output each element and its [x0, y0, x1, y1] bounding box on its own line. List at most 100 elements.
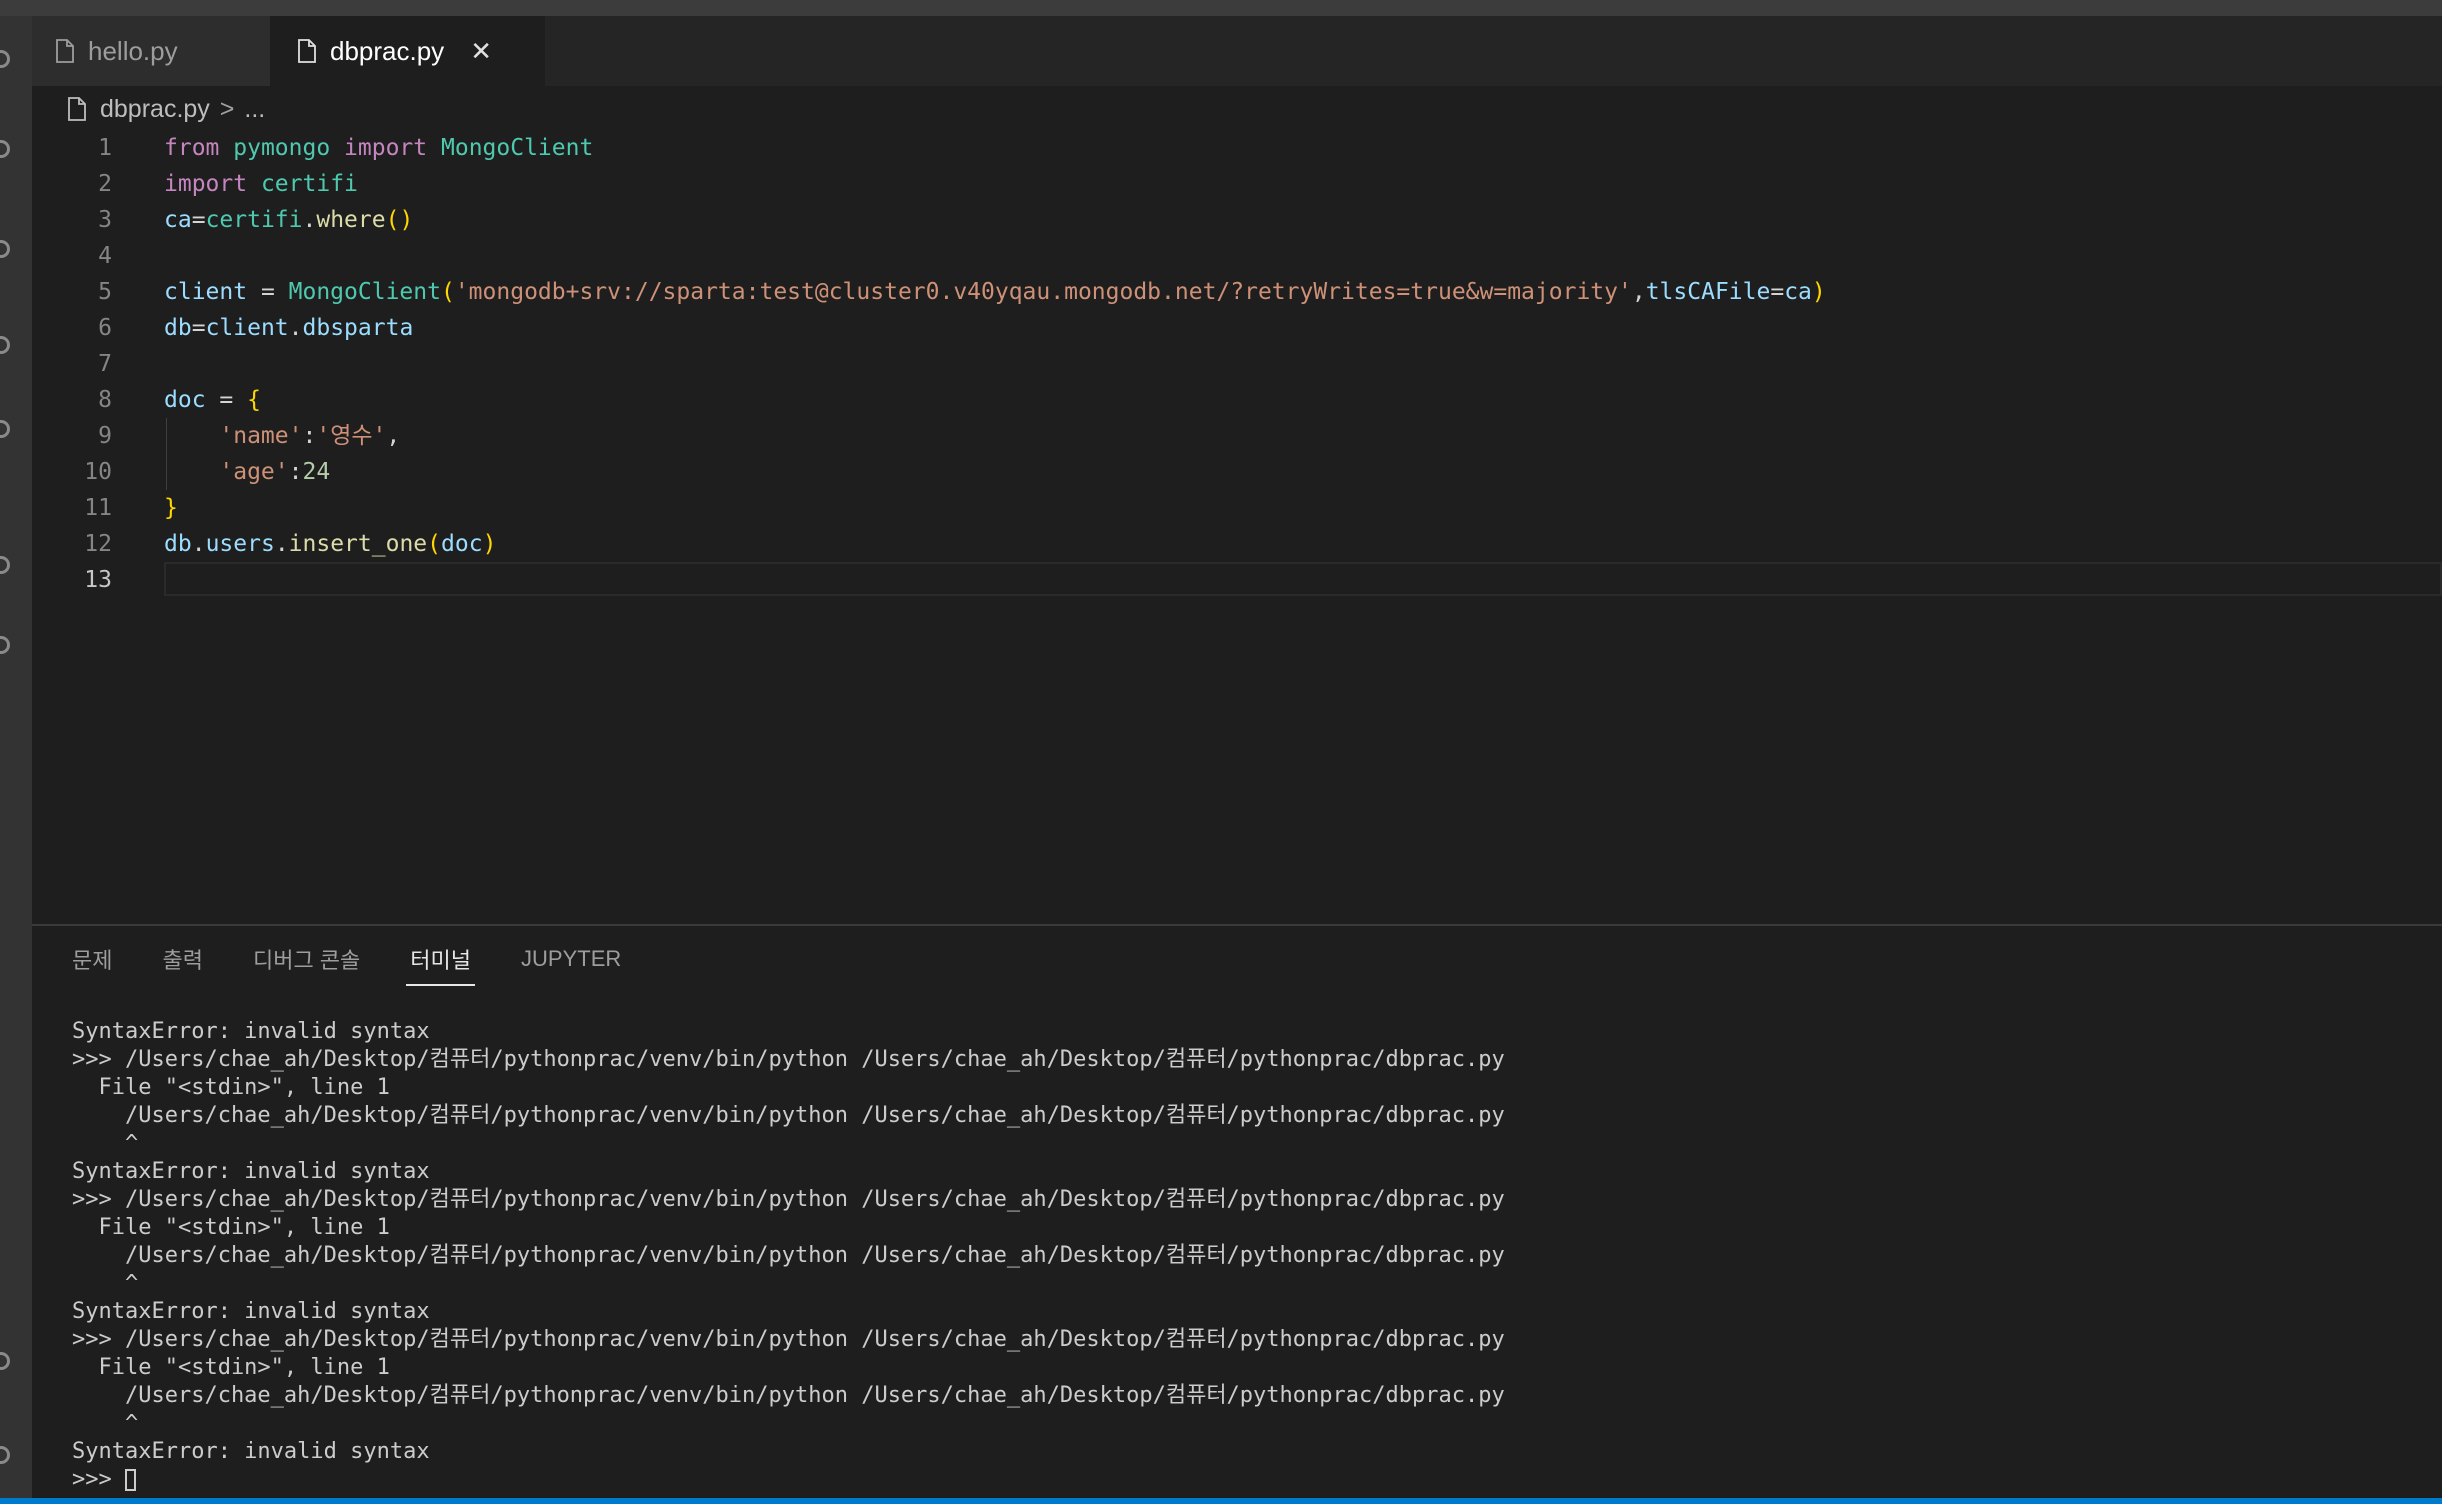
line-number: 3	[98, 207, 112, 233]
run-debug-icon[interactable]	[0, 336, 10, 354]
code-token: (	[440, 279, 455, 305]
code-token: from	[164, 135, 220, 161]
code-token: =	[191, 207, 206, 233]
code-token: doc	[441, 531, 483, 557]
code-token: db	[164, 315, 192, 341]
chevron-right-icon: >	[219, 94, 235, 123]
terminal-line: ^	[72, 1271, 139, 1296]
line-number: 10	[84, 459, 112, 485]
terminal-line: SyntaxError: invalid syntax	[72, 1439, 430, 1464]
line-number: 5	[98, 279, 112, 305]
code-token: .	[274, 531, 289, 557]
terminal-line: File "<stdin>", line 1	[72, 1075, 390, 1100]
terminal-line: SyntaxError: invalid syntax	[72, 1019, 430, 1044]
terminal-output[interactable]: SyntaxError: invalid syntax >>> /Users/ch…	[72, 1018, 1505, 1494]
terminal-line: /Users/chae_ah/Desktop/컴퓨터/pythonprac/ve…	[72, 1383, 1505, 1408]
line-number: 11	[84, 495, 112, 521]
code-line: 'age':24	[164, 454, 330, 490]
terminal-line: ^	[72, 1131, 139, 1156]
line-number: 8	[98, 387, 112, 413]
code-line: db.users.insert_one(doc)	[164, 526, 496, 562]
terminal-line: >>> /Users/chae_ah/Desktop/컴퓨터/pythonpra…	[72, 1187, 1505, 1212]
line-number: 13	[84, 567, 112, 593]
code-token: =	[205, 387, 248, 413]
panel-tabs: 문제 출력 디버그 콘솔 터미널 JUPYTER	[72, 926, 671, 992]
code-token: {	[247, 387, 261, 413]
line-number: 9	[98, 423, 112, 449]
breadcrumb-symbols[interactable]: ...	[244, 95, 265, 124]
terminal-line: File "<stdin>", line 1	[72, 1215, 390, 1240]
code-token: pymongo	[233, 135, 331, 161]
bottom-panel: 문제 출력 디버그 콘솔 터미널 JUPYTER SyntaxError: invali…	[32, 924, 2442, 1500]
panel-tab[interactable]: 출력	[162, 926, 202, 992]
tab-label: dbprac.py	[330, 35, 445, 66]
code-token: :	[302, 423, 317, 449]
testing-icon[interactable]	[0, 636, 10, 654]
file-icon	[298, 39, 316, 63]
terminal-line: ^	[72, 1411, 139, 1436]
panel-tab[interactable]: 터미널	[406, 926, 475, 992]
code-token: =	[1770, 279, 1785, 305]
tab-dbprac-py[interactable]: dbprac.py ✕	[270, 16, 545, 86]
tab-label: hello.py	[88, 35, 178, 66]
panel-tab[interactable]: 문제	[72, 926, 112, 992]
code-token: insert_one	[288, 531, 428, 557]
line-number: 12	[84, 531, 112, 557]
code-token: 'name'	[219, 423, 303, 449]
code-line: client = MongoClient('mongodb+srv://spar…	[164, 274, 1826, 310]
line-number: 4	[98, 243, 112, 269]
source-control-icon[interactable]	[0, 240, 10, 258]
search-icon[interactable]	[0, 140, 10, 158]
code-token: certifi	[205, 207, 303, 233]
code-token: )	[482, 531, 497, 557]
status-bar	[0, 1498, 2442, 1504]
terminal-line: /Users/chae_ah/Desktop/컴퓨터/pythonprac/ve…	[72, 1243, 1505, 1268]
title-bar	[0, 0, 2442, 16]
gear-icon[interactable]	[0, 1446, 10, 1464]
terminal-line: SyntaxError: invalid syntax	[72, 1159, 430, 1184]
code-token: import	[164, 171, 248, 197]
code-token: 'age'	[219, 459, 289, 485]
account-icon[interactable]	[0, 1352, 10, 1370]
terminal-prompt-line[interactable]: >>>	[72, 1466, 1505, 1494]
breadcrumb-file[interactable]: dbprac.py	[100, 95, 210, 124]
panel-tab[interactable]: 디버그 콘솔	[253, 926, 360, 992]
explorer-icon[interactable]	[0, 50, 10, 68]
code-token: :	[288, 459, 303, 485]
editor-tab-bar: hello.py dbprac.py ✕	[32, 16, 2442, 86]
code-token: MongoClient	[288, 279, 441, 305]
code-token: users	[205, 531, 275, 557]
code-line: db=client.dbsparta	[164, 310, 413, 346]
remote-icon[interactable]	[0, 556, 10, 574]
code-line: ca=certifi.where()	[164, 202, 413, 238]
code-token: MongoClient	[441, 135, 594, 161]
terminal-line: File "<stdin>", line 1	[72, 1355, 390, 1380]
file-icon	[68, 97, 86, 121]
code-token: .	[288, 315, 303, 341]
extensions-icon[interactable]	[0, 420, 10, 438]
code-line: }	[164, 490, 178, 526]
line-number: 1	[98, 135, 112, 161]
code-line: doc = {	[164, 382, 261, 418]
terminal-prompt: >>>	[72, 1467, 125, 1492]
code-token: doc	[164, 387, 206, 413]
current-line-highlight	[164, 562, 2442, 596]
tab-hello-py[interactable]: hello.py	[32, 16, 270, 86]
code-token: 'mongodb+srv://sparta:test@cluster0.v40y…	[454, 279, 1632, 305]
code-editor[interactable]: 1 from pymongo import MongoClient 2 import …	[32, 130, 2442, 920]
code-token: client	[205, 315, 289, 341]
terminal-line: >>> /Users/chae_ah/Desktop/컴퓨터/pythonpra…	[72, 1327, 1505, 1352]
code-line: from pymongo import MongoClient	[164, 130, 593, 166]
panel-tab[interactable]: JUPYTER	[521, 926, 621, 992]
code-token: client	[164, 279, 248, 305]
code-token: ca	[164, 207, 192, 233]
code-token: dbsparta	[302, 315, 414, 341]
close-icon[interactable]: ✕	[470, 36, 492, 67]
terminal-cursor	[124, 1469, 136, 1491]
terminal-line: SyntaxError: invalid syntax	[72, 1299, 430, 1324]
code-token: ,	[1631, 279, 1646, 305]
